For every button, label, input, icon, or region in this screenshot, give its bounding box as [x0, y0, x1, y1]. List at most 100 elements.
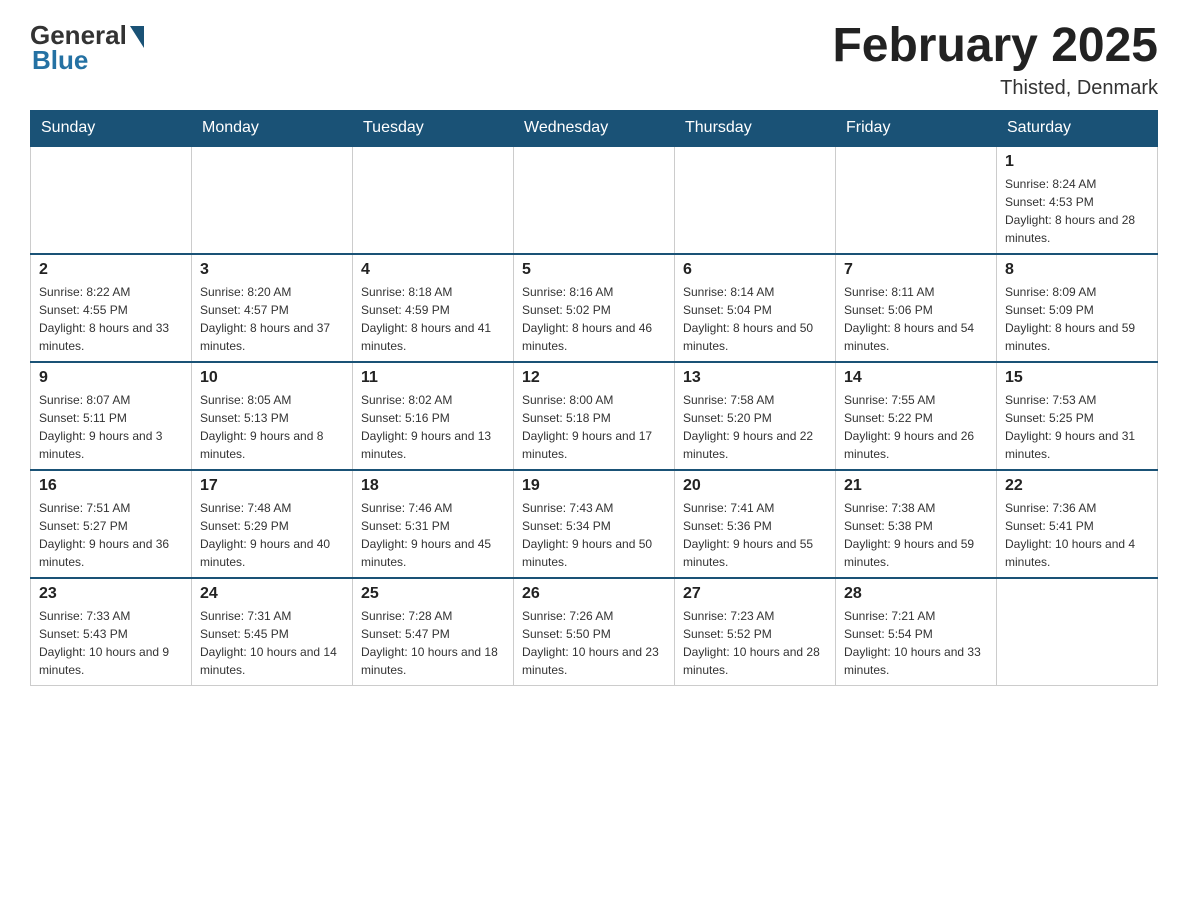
calendar-header-tuesday: Tuesday — [353, 110, 514, 146]
day-info: Sunrise: 7:51 AMSunset: 5:27 PMDaylight:… — [39, 499, 183, 571]
calendar-cell: 15 Sunrise: 7:53 AMSunset: 5:25 PMDayligh… — [997, 362, 1158, 470]
day-number: 16 — [39, 477, 183, 495]
page-header: General Blue February 2025 Thisted, Denm… — [30, 20, 1158, 100]
calendar-cell — [997, 578, 1158, 686]
day-number: 6 — [683, 261, 827, 279]
calendar-header-sunday: Sunday — [31, 110, 192, 146]
calendar-cell: 17 Sunrise: 7:48 AMSunset: 5:29 PMDayligh… — [192, 470, 353, 578]
calendar-cell: 23Sunrise: 7:33 AMSunset: 5:43 PMDayligh… — [31, 578, 192, 686]
calendar-cell — [675, 146, 836, 254]
day-info: Sunrise: 7:23 AMSunset: 5:52 PMDaylight:… — [683, 607, 827, 679]
day-number: 20 — [683, 477, 827, 495]
day-number: 24 — [200, 585, 344, 603]
day-number: 14 — [844, 369, 988, 387]
calendar-cell: 13Sunrise: 7:58 AMSunset: 5:20 PMDayligh… — [675, 362, 836, 470]
day-number: 22 — [1005, 477, 1149, 495]
calendar-cell: 21 Sunrise: 7:38 AMSunset: 5:38 PMDayligh… — [836, 470, 997, 578]
day-info: Sunrise: 7:48 AMSunset: 5:29 PMDaylight:… — [200, 499, 344, 571]
day-info: Sunrise: 8:11 AMSunset: 5:06 PMDaylight:… — [844, 283, 988, 355]
title-section: February 2025 Thisted, Denmark — [832, 20, 1158, 100]
day-info: Sunrise: 8:20 AMSunset: 4:57 PMDaylight:… — [200, 283, 344, 355]
calendar-cell: 27 Sunrise: 7:23 AMSunset: 5:52 PMDayligh… — [675, 578, 836, 686]
day-info: Sunrise: 8:09 AMSunset: 5:09 PMDaylight:… — [1005, 283, 1149, 355]
calendar-header-thursday: Thursday — [675, 110, 836, 146]
calendar-header-wednesday: Wednesday — [514, 110, 675, 146]
logo-triangle-icon — [130, 26, 144, 48]
calendar-week-row: 23Sunrise: 7:33 AMSunset: 5:43 PMDayligh… — [31, 578, 1158, 686]
calendar-week-row: 2 Sunrise: 8:22 AMSunset: 4:55 PMDaylight… — [31, 254, 1158, 362]
day-number: 3 — [200, 261, 344, 279]
calendar-cell: 14 Sunrise: 7:55 AMSunset: 5:22 PMDayligh… — [836, 362, 997, 470]
day-info: Sunrise: 8:00 AMSunset: 5:18 PMDaylight:… — [522, 391, 666, 463]
day-number: 10 — [200, 369, 344, 387]
day-info: Sunrise: 8:14 AMSunset: 5:04 PMDaylight:… — [683, 283, 827, 355]
calendar-header-monday: Monday — [192, 110, 353, 146]
calendar-header-friday: Friday — [836, 110, 997, 146]
day-info: Sunrise: 8:07 AMSunset: 5:11 PMDaylight:… — [39, 391, 183, 463]
calendar-cell — [514, 146, 675, 254]
day-number: 27 — [683, 585, 827, 603]
calendar-cell: 19 Sunrise: 7:43 AMSunset: 5:34 PMDayligh… — [514, 470, 675, 578]
location-label: Thisted, Denmark — [832, 77, 1158, 100]
day-info: Sunrise: 7:46 AMSunset: 5:31 PMDaylight:… — [361, 499, 505, 571]
day-number: 2 — [39, 261, 183, 279]
calendar-cell: 7 Sunrise: 8:11 AMSunset: 5:06 PMDaylight… — [836, 254, 997, 362]
calendar-cell: 20 Sunrise: 7:41 AMSunset: 5:36 PMDayligh… — [675, 470, 836, 578]
calendar-header-saturday: Saturday — [997, 110, 1158, 146]
month-title: February 2025 — [832, 20, 1158, 73]
calendar-table: SundayMondayTuesdayWednesdayThursdayFrid… — [30, 110, 1158, 686]
day-info: Sunrise: 7:55 AMSunset: 5:22 PMDaylight:… — [844, 391, 988, 463]
calendar-cell: 18 Sunrise: 7:46 AMSunset: 5:31 PMDayligh… — [353, 470, 514, 578]
calendar-cell: 28 Sunrise: 7:21 AMSunset: 5:54 PMDayligh… — [836, 578, 997, 686]
calendar-cell: 12 Sunrise: 8:00 AMSunset: 5:18 PMDayligh… — [514, 362, 675, 470]
calendar-cell — [836, 146, 997, 254]
day-info: Sunrise: 7:43 AMSunset: 5:34 PMDaylight:… — [522, 499, 666, 571]
day-number: 1 — [1005, 153, 1149, 171]
day-info: Sunrise: 7:58 AMSunset: 5:20 PMDaylight:… — [683, 391, 827, 463]
calendar-cell: 4Sunrise: 8:18 AMSunset: 4:59 PMDaylight… — [353, 254, 514, 362]
day-info: Sunrise: 7:28 AMSunset: 5:47 PMDaylight:… — [361, 607, 505, 679]
day-number: 12 — [522, 369, 666, 387]
day-number: 28 — [844, 585, 988, 603]
day-number: 7 — [844, 261, 988, 279]
calendar-cell: 2 Sunrise: 8:22 AMSunset: 4:55 PMDaylight… — [31, 254, 192, 362]
day-info: Sunrise: 8:22 AMSunset: 4:55 PMDaylight:… — [39, 283, 183, 355]
day-number: 15 — [1005, 369, 1149, 387]
day-number: 17 — [200, 477, 344, 495]
day-info: Sunrise: 7:36 AMSunset: 5:41 PMDaylight:… — [1005, 499, 1149, 571]
calendar-cell: 11 Sunrise: 8:02 AMSunset: 5:16 PMDayligh… — [353, 362, 514, 470]
day-info: Sunrise: 7:38 AMSunset: 5:38 PMDaylight:… — [844, 499, 988, 571]
day-number: 11 — [361, 369, 505, 387]
calendar-week-row: 1Sunrise: 8:24 AMSunset: 4:53 PMDaylight… — [31, 146, 1158, 254]
calendar-cell — [353, 146, 514, 254]
day-info: Sunrise: 7:31 AMSunset: 5:45 PMDaylight:… — [200, 607, 344, 679]
calendar-cell: 25 Sunrise: 7:28 AMSunset: 5:47 PMDayligh… — [353, 578, 514, 686]
calendar-week-row: 16 Sunrise: 7:51 AMSunset: 5:27 PMDayligh… — [31, 470, 1158, 578]
day-info: Sunrise: 7:21 AMSunset: 5:54 PMDaylight:… — [844, 607, 988, 679]
calendar-cell: 6 Sunrise: 8:14 AMSunset: 5:04 PMDaylight… — [675, 254, 836, 362]
day-number: 21 — [844, 477, 988, 495]
calendar-week-row: 9Sunrise: 8:07 AMSunset: 5:11 PMDaylight… — [31, 362, 1158, 470]
calendar-cell — [31, 146, 192, 254]
calendar-header-row: SundayMondayTuesdayWednesdayThursdayFrid… — [31, 110, 1158, 146]
calendar-cell — [192, 146, 353, 254]
day-info: Sunrise: 8:18 AMSunset: 4:59 PMDaylight:… — [361, 283, 505, 355]
calendar-cell: 10 Sunrise: 8:05 AMSunset: 5:13 PMDayligh… — [192, 362, 353, 470]
day-number: 18 — [361, 477, 505, 495]
day-info: Sunrise: 8:16 AMSunset: 5:02 PMDaylight:… — [522, 283, 666, 355]
day-number: 19 — [522, 477, 666, 495]
calendar-cell: 16 Sunrise: 7:51 AMSunset: 5:27 PMDayligh… — [31, 470, 192, 578]
day-number: 26 — [522, 585, 666, 603]
day-info: Sunrise: 8:05 AMSunset: 5:13 PMDaylight:… — [200, 391, 344, 463]
calendar-cell: 24 Sunrise: 7:31 AMSunset: 5:45 PMDayligh… — [192, 578, 353, 686]
day-number: 5 — [522, 261, 666, 279]
day-number: 23 — [39, 585, 183, 603]
calendar-cell: 22 Sunrise: 7:36 AMSunset: 5:41 PMDayligh… — [997, 470, 1158, 578]
calendar-cell: 8Sunrise: 8:09 AMSunset: 5:09 PMDaylight… — [997, 254, 1158, 362]
day-info: Sunrise: 7:41 AMSunset: 5:36 PMDaylight:… — [683, 499, 827, 571]
day-info: Sunrise: 7:53 AMSunset: 5:25 PMDaylight:… — [1005, 391, 1149, 463]
calendar-cell: 9Sunrise: 8:07 AMSunset: 5:11 PMDaylight… — [31, 362, 192, 470]
day-info: Sunrise: 8:02 AMSunset: 5:16 PMDaylight:… — [361, 391, 505, 463]
day-number: 25 — [361, 585, 505, 603]
calendar-cell: 1Sunrise: 8:24 AMSunset: 4:53 PMDaylight… — [997, 146, 1158, 254]
